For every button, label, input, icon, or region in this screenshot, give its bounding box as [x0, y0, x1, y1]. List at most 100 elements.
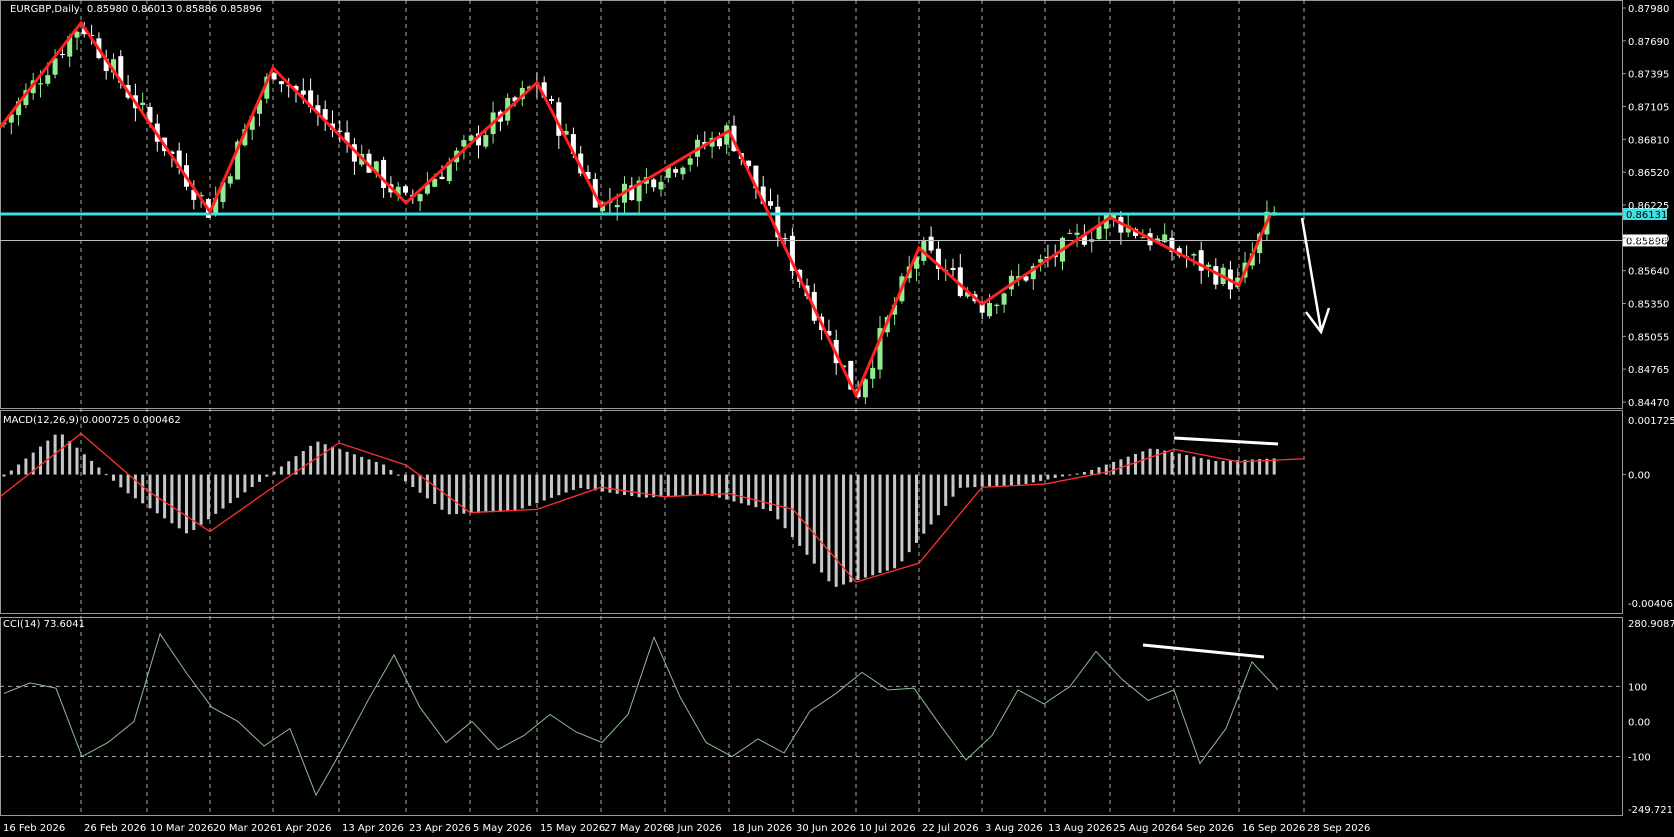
macd-histogram-bar: [265, 474, 269, 477]
date-label: 28 Sep 2026: [1307, 823, 1370, 834]
macd-histogram-bar: [564, 474, 568, 493]
macd-histogram-bar: [199, 474, 203, 525]
macd-histogram-bar: [1061, 474, 1064, 477]
candle-body: [417, 194, 423, 202]
candle-body: [1067, 232, 1073, 234]
macd-histogram-bar: [623, 474, 626, 495]
date-label: 20 Mar 2026: [213, 823, 276, 834]
macd-histogram-bar: [382, 464, 386, 475]
macd-histogram-bar: [1141, 451, 1145, 475]
cci-label: CCI(14) 73.6041: [3, 619, 85, 630]
macd-histogram-bar: [1053, 474, 1057, 478]
macd-histogram-bar: [725, 474, 729, 500]
macd-histogram-bar: [425, 474, 429, 499]
macd-histogram-bar: [798, 474, 802, 546]
macd-histogram-bar: [900, 474, 904, 562]
macd-histogram-bar: [1207, 459, 1210, 475]
macd-histogram-bar: [542, 474, 546, 501]
macd-histogram-bar: [75, 447, 79, 475]
macd-histogram-bar: [776, 474, 780, 520]
macd-histogram-bar: [119, 474, 123, 488]
date-label: 8 Jun 2026: [668, 823, 722, 834]
macd-histogram-bar: [513, 474, 517, 512]
macd-histogram-bar: [185, 474, 188, 534]
macd-histogram-bar: [907, 474, 911, 553]
candle-body: [337, 130, 343, 132]
macd-histogram-bar: [404, 474, 407, 482]
macd-histogram-bar: [754, 474, 758, 508]
pane-border: [0, 617, 1623, 816]
macd-histogram-bar: [287, 461, 291, 475]
macd-histogram-bar: [411, 474, 415, 488]
macd-histogram-bar: [550, 474, 553, 498]
macd-histogram-bar: [579, 474, 583, 489]
macd-histogram-bar: [1075, 473, 1079, 475]
price-tick-label: 0.87105: [1628, 103, 1669, 114]
macd-histogram-bar: [1002, 474, 1006, 486]
macd-histogram-bar: [46, 440, 50, 475]
candle-body: [1140, 237, 1146, 239]
macd-histogram-bar: [1104, 464, 1108, 475]
down-arrow-shaft: [1300, 217, 1323, 331]
macd-histogram-bar: [637, 474, 641, 498]
cci-tick-label: -100: [1628, 753, 1651, 764]
grid-lines: [0, 0, 1623, 816]
macd-histogram-bar: [1090, 469, 1094, 475]
candle-body: [862, 379, 868, 398]
candle-body: [59, 53, 65, 56]
candle-body: [768, 201, 773, 206]
cci-line: [3, 632, 1279, 797]
price-tick-label: 0.84470: [1628, 398, 1669, 409]
macd-histogram-bar: [885, 474, 889, 571]
macd-histogram-bar: [1148, 448, 1152, 475]
candle-body: [1074, 232, 1080, 235]
macd-histogram-bar: [1068, 474, 1072, 476]
macd-histogram-bar: [1163, 450, 1167, 475]
macd-histogram-bar: [433, 474, 437, 505]
macd-histogram-bar: [1112, 461, 1116, 475]
macd-histogram-bar: [447, 474, 451, 515]
macd-histogram-bar: [338, 449, 342, 475]
macd-histogram-bar: [805, 474, 809, 555]
date-label: 13 Aug 2026: [1048, 823, 1112, 834]
macd-histogram-bar: [1017, 474, 1021, 485]
candle-body: [403, 186, 408, 193]
macd-histogram-bar: [352, 454, 356, 475]
macd-histogram-bar: [491, 474, 495, 513]
macd-histogram-bar: [206, 474, 210, 520]
macd-histogram-bar: [812, 474, 816, 564]
date-label: 10 Jul 2026: [859, 823, 916, 834]
date-label: 5 May 2026: [473, 823, 532, 834]
overlays: 0.861310.85896: [0, 20, 1667, 399]
candle-body: [680, 167, 686, 175]
date-label: 16 Feb 2026: [3, 823, 65, 834]
date-label: 3 Aug 2026: [985, 823, 1043, 834]
macd-histogram-bar: [878, 474, 882, 573]
candle-body: [687, 158, 693, 165]
macd-histogram-bar: [396, 474, 400, 476]
macd-histogram-bar: [477, 474, 480, 513]
candle-body: [38, 83, 43, 85]
macd-histogram-bar: [177, 474, 181, 529]
candle-body: [549, 99, 554, 101]
candle-body: [673, 169, 679, 173]
macd-histogram-bar: [856, 474, 860, 580]
macd-histogram-bar: [586, 474, 590, 490]
date-label: 1 Apr 2026: [276, 823, 331, 834]
macd-histogram-bar: [104, 474, 108, 476]
macd-histogram-bar: [1177, 453, 1181, 475]
macd-histogram-bar: [345, 451, 349, 475]
macd-histogram-bar: [301, 451, 305, 475]
price-tick-label: 0.86810: [1628, 135, 1669, 146]
macd-histogram-bar: [710, 474, 714, 496]
price-tick-label: 0.85930: [1628, 234, 1669, 245]
macd-histogram-bar: [732, 474, 736, 502]
macd-histogram-bar: [608, 474, 612, 493]
candle-body: [928, 236, 934, 251]
macd-histogram-bar: [966, 474, 970, 488]
macd-histogram-bar: [279, 466, 283, 475]
candle-body: [651, 179, 657, 188]
macd-histogram-bar: [849, 474, 853, 583]
macd-histogram-bar: [1082, 471, 1086, 475]
price-tick-label: 0.85055: [1628, 332, 1669, 343]
